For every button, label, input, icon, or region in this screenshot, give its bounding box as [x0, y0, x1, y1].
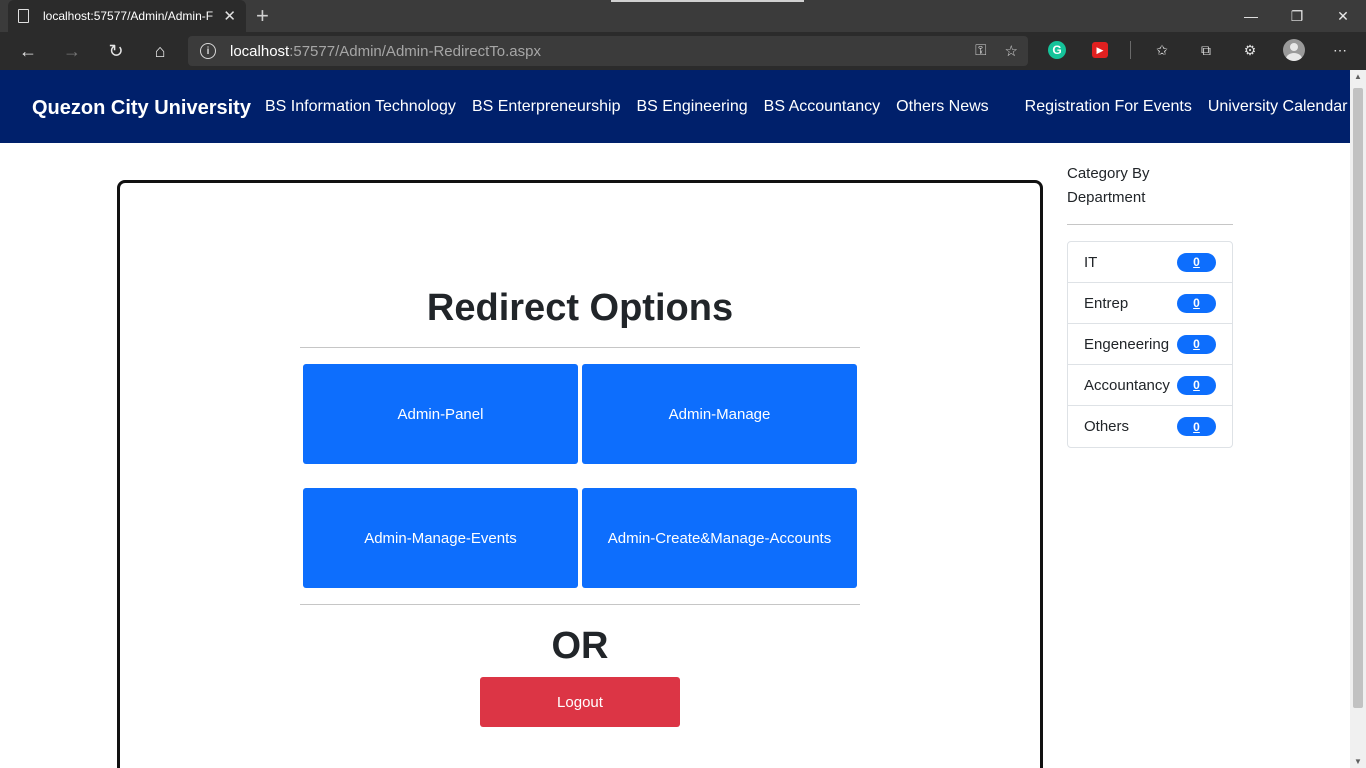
divider — [300, 347, 860, 348]
nav-bs-enterpreneurship[interactable]: BS Enterpreneurship — [472, 98, 621, 116]
scrollbar-thumb[interactable] — [1353, 88, 1363, 708]
category-label: Engeneering — [1084, 335, 1170, 353]
grammarly-icon[interactable]: G — [1048, 41, 1066, 59]
extensions-area: G ▶ ✩ ⧉ ⚙ ⋯ — [1046, 39, 1366, 61]
browser-tab-bar: localhost:57577/Admin/Admin-F ✕ + — ❐ ✕ — [0, 0, 1366, 32]
category-count-badge[interactable]: 0 — [1177, 417, 1216, 436]
site-brand[interactable]: Quezon City University — [32, 97, 251, 120]
category-count-badge[interactable]: 0 — [1177, 293, 1216, 313]
nav-bs-engineering[interactable]: BS Engineering — [636, 98, 747, 116]
site-info-icon[interactable]: i — [200, 43, 216, 59]
admin-manage-button[interactable]: Admin-Manage — [582, 364, 857, 464]
new-tab-icon[interactable]: + — [256, 3, 269, 29]
divider — [300, 604, 860, 605]
tab-title: localhost:57577/Admin/Admin-F — [43, 9, 214, 23]
favorites-icon[interactable]: ✩ — [1151, 39, 1173, 61]
url-host: localhost — [230, 42, 290, 60]
redirect-options-card: Redirect Options Admin-Panel Admin-Manag… — [117, 180, 1043, 768]
home-icon[interactable]: ⌂ — [146, 38, 174, 64]
category-count-badge[interactable]: 0 — [1177, 334, 1216, 354]
page-viewport: Quezon City University BS Information Te… — [0, 70, 1350, 768]
sidebar-heading: Category By Department — [1067, 165, 1150, 206]
nav-university-calendar[interactable]: University Calendar — [1208, 98, 1348, 116]
admin-panel-button[interactable]: Admin-Panel — [303, 364, 578, 464]
category-item-accountancy[interactable]: Accountancy 0 — [1068, 365, 1232, 406]
collections-icon[interactable]: ⧉ — [1195, 39, 1217, 61]
scroll-up-icon[interactable]: ▲ — [1354, 72, 1362, 81]
toolbar-separator — [1130, 41, 1131, 59]
nav-bs-information-technology[interactable]: BS Information Technology — [265, 98, 456, 116]
window-drag-region[interactable] — [611, 0, 804, 2]
restore-icon[interactable]: ❐ — [1274, 0, 1320, 32]
site-navbar: Quezon City University BS Information Te… — [0, 70, 1350, 143]
category-label: Entrep — [1084, 294, 1129, 312]
nav-bs-accountancy[interactable]: BS Accountancy — [764, 98, 881, 116]
category-item-others[interactable]: Others 0 — [1068, 406, 1232, 447]
nav-others-news[interactable]: Others News — [896, 98, 988, 116]
or-label: OR — [551, 625, 609, 667]
admin-create-manage-accounts-button[interactable]: Admin-Create&Manage-Accounts — [582, 488, 857, 588]
page-title: Redirect Options — [426, 287, 734, 329]
category-item-entrep[interactable]: Entrep 0 — [1068, 283, 1232, 324]
back-icon[interactable]: ← — [14, 38, 42, 64]
category-count-badge[interactable]: 0 — [1177, 375, 1216, 395]
logout-button[interactable]: Logout — [480, 677, 680, 727]
category-list: IT 0 Entrep 0 Engeneering 0 Accountancy … — [1067, 241, 1233, 448]
profile-avatar[interactable] — [1283, 39, 1305, 61]
more-menu-icon[interactable]: ⋯ — [1329, 39, 1351, 61]
minimize-icon[interactable]: — — [1228, 0, 1274, 32]
media-extension-icon[interactable]: ▶ — [1092, 42, 1108, 58]
nav-links: BS Information Technology BS Enterpreneu… — [265, 98, 1350, 116]
scroll-down-icon[interactable]: ▼ — [1354, 757, 1362, 766]
nav-registration-for-events[interactable]: Registration For Events — [1025, 98, 1192, 116]
address-bar[interactable]: i localhost:57577/Admin/Admin-RedirectTo… — [188, 36, 1028, 66]
category-label: Others — [1084, 418, 1130, 435]
forward-icon[interactable]: → — [58, 38, 86, 64]
category-item-engeneering[interactable]: Engeneering 0 — [1068, 324, 1232, 365]
window-controls: — ❐ ✕ — [1228, 0, 1366, 32]
close-tab-icon[interactable]: ✕ — [223, 7, 236, 25]
close-window-icon[interactable]: ✕ — [1320, 0, 1366, 32]
extensions-icon[interactable]: ⚙ — [1239, 39, 1261, 61]
browser-tab[interactable]: localhost:57577/Admin/Admin-F ✕ — [8, 0, 246, 32]
add-favorite-icon[interactable]: ☆ — [1005, 42, 1018, 60]
category-item-it[interactable]: IT 0 — [1068, 242, 1232, 283]
category-label: Accountancy — [1084, 376, 1170, 394]
refresh-icon[interactable]: ↻ — [102, 38, 130, 64]
divider — [1067, 224, 1233, 225]
category-label: IT — [1084, 253, 1098, 271]
key-icon[interactable]: ⚿ — [975, 42, 986, 60]
admin-manage-events-button[interactable]: Admin-Manage-Events — [303, 488, 578, 588]
category-count-badge[interactable]: 0 — [1177, 252, 1216, 272]
page-icon — [18, 9, 29, 23]
page-scrollbar[interactable]: ▲ ▼ — [1350, 70, 1366, 768]
url-path: :57577/Admin/Admin-RedirectTo.aspx — [289, 42, 541, 60]
